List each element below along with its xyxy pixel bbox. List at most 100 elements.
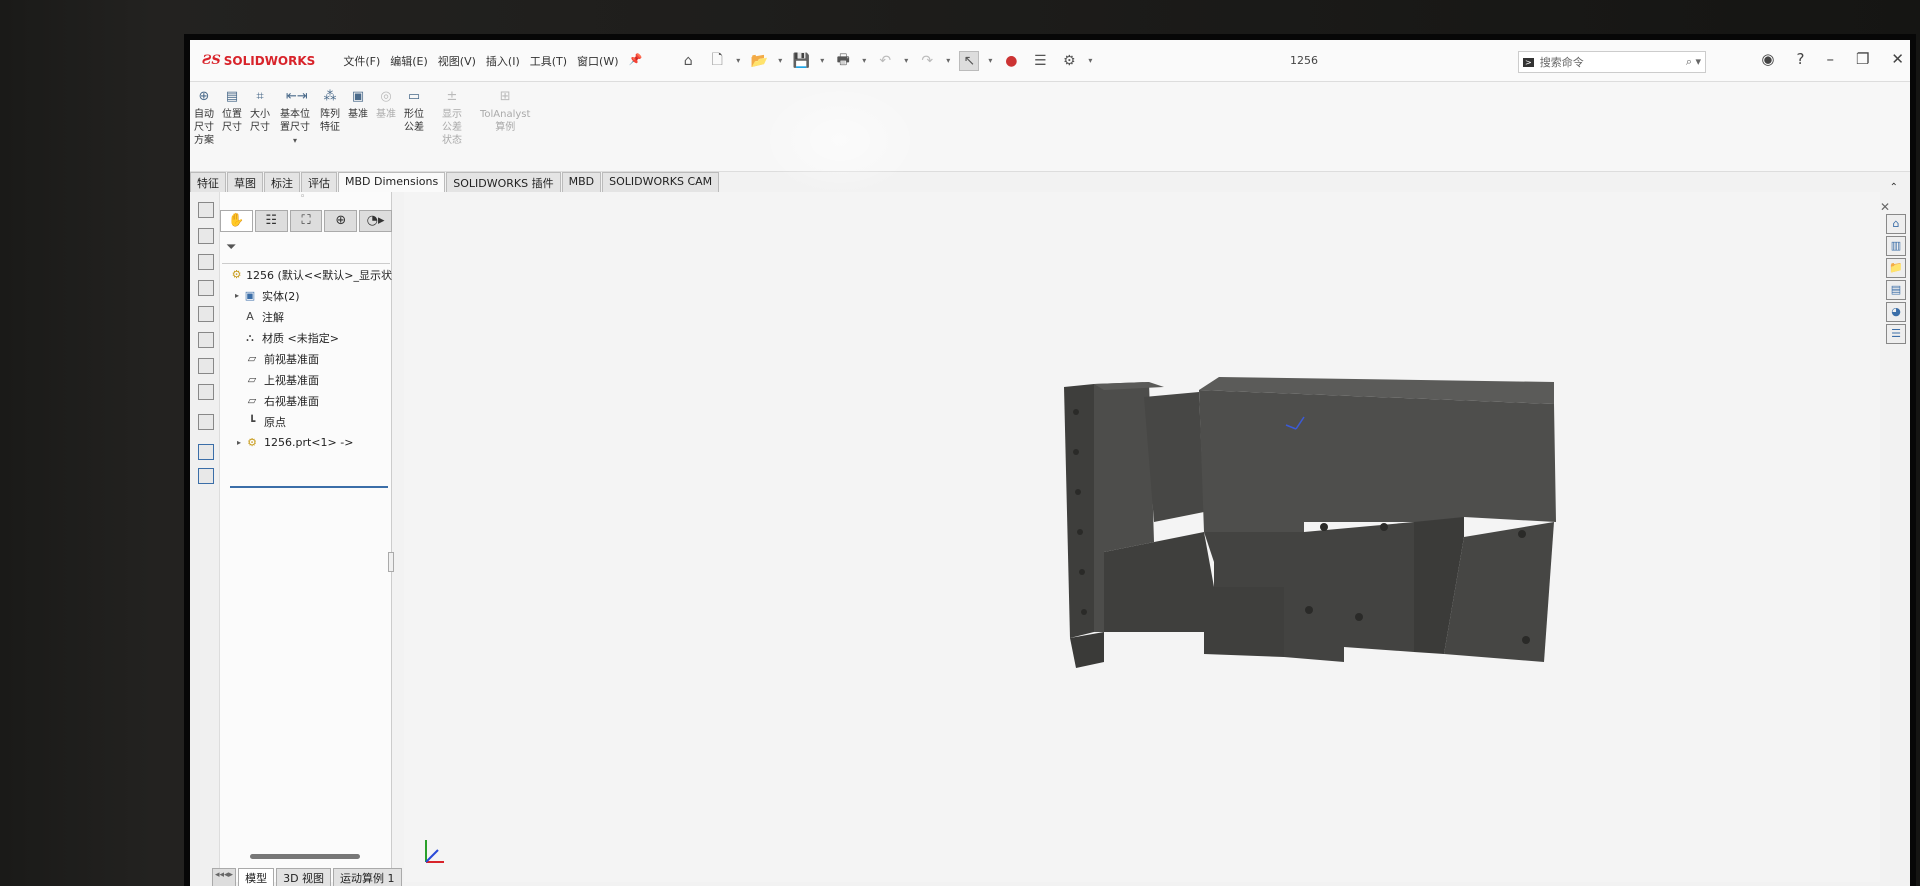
tree-item-annotations[interactable]: A 注解 [220, 306, 392, 327]
chevron-down-icon[interactable]: ▾ [280, 134, 310, 147]
tab-mbd[interactable]: MBD [561, 172, 602, 192]
tree-item-origin[interactable]: ┗ 原点 [220, 411, 392, 432]
redo-icon[interactable]: ↷ [917, 51, 937, 71]
save-icon[interactable]: 💾 [791, 51, 811, 71]
property-manager-tab-icon[interactable]: ☷ [254, 210, 288, 232]
drag-handle-icon[interactable]: ◦ [300, 192, 305, 202]
rebuild-traffic-light-icon[interactable]: ● [1001, 51, 1021, 71]
file-properties-icon[interactable]: ☰ [1030, 51, 1050, 71]
view-cube-icon[interactable] [198, 228, 214, 244]
tab-solidworks-cam[interactable]: SOLIDWORKS CAM [602, 172, 720, 192]
view-cube-icon[interactable] [198, 332, 214, 348]
minimize-button[interactable]: – [1826, 50, 1834, 68]
datum-button[interactable]: ▣ 基准 [348, 90, 368, 121]
dimxpert-manager-tab-icon[interactable]: ⊕ [324, 210, 358, 232]
design-library-icon[interactable]: ▥ [1886, 236, 1906, 256]
tolanalyst-study-button[interactable]: ⊞ TolAnalyst 算例 [480, 90, 530, 134]
new-document-icon[interactable]: 🗋 [707, 51, 727, 71]
rollback-bar[interactable] [230, 486, 388, 488]
display-icon[interactable] [198, 414, 214, 430]
user-account-icon[interactable]: ◉ [1761, 50, 1774, 68]
tree-item-root-part[interactable]: ⚙ 1256 (默认<<默认>_显示状 [220, 264, 392, 285]
chevron-down-icon[interactable]: ▾ [778, 56, 782, 65]
file-explorer-icon[interactable]: 📁 [1886, 258, 1906, 278]
tab-mbd-dimensions[interactable]: MBD Dimensions [338, 172, 446, 192]
view-cube-icon[interactable] [198, 280, 214, 296]
tree-item-derived-part[interactable]: ▸ ⚙ 1256.prt<1> -> [220, 432, 392, 453]
chevron-down-icon[interactable]: ▾ [820, 56, 824, 65]
show-tolerance-status-button[interactable]: ± 显示 公差 状态 [442, 90, 462, 147]
close-button[interactable]: ✕ [1891, 50, 1904, 68]
search-input[interactable]: 搜索命令 [1540, 54, 1584, 70]
appearances-icon[interactable]: ◕ [1886, 302, 1906, 322]
tree-item-front-plane[interactable]: ▱ 前视基准面 [220, 348, 392, 369]
basic-location-dimension-button[interactable]: ⇤⇥ 基本位 置尺寸 ▾ [280, 90, 310, 147]
menu-window[interactable]: 窗口(W) [577, 53, 618, 69]
tab-3d-view[interactable]: 3D 视图 [276, 868, 332, 886]
chevron-down-icon[interactable]: ▾ [946, 56, 950, 65]
nav-arrows-icon[interactable]: ◂◂◂▸ [212, 868, 237, 886]
copy-icon[interactable] [198, 468, 214, 484]
help-icon[interactable]: ? [1797, 50, 1805, 68]
chevron-down-icon[interactable]: ▾ [1088, 56, 1092, 65]
panel-splitter[interactable] [388, 552, 394, 572]
horizontal-scrollbar[interactable] [250, 854, 360, 859]
configuration-manager-tab-icon[interactable]: ⛶ [289, 210, 323, 232]
tab-motion-study[interactable]: 运动算例 1 [333, 868, 402, 886]
auto-dimension-scheme-button[interactable]: ⊕ 自动 尺寸 方案 [194, 90, 214, 147]
view-palette-icon[interactable]: ▤ [1886, 280, 1906, 300]
tab-markup[interactable]: 标注 [264, 172, 300, 192]
chevron-down-icon[interactable]: ▾ [736, 56, 740, 65]
menu-file[interactable]: 文件(F) [343, 53, 380, 69]
view-cube-icon[interactable] [198, 384, 214, 400]
feature-tree-tab-icon[interactable]: ✋ [220, 210, 253, 232]
geometric-tolerance-button[interactable]: ▭ 形位 公差 [404, 90, 424, 134]
restore-button[interactable]: ❐ [1856, 50, 1869, 68]
menu-view[interactable]: 视图(V) [438, 53, 476, 69]
menu-insert[interactable]: 插入(I) [486, 53, 520, 69]
size-dimension-button[interactable]: ⌗ 大小 尺寸 [250, 90, 270, 134]
model-face [1064, 384, 1094, 638]
print-icon[interactable]: 🖶 [833, 51, 853, 71]
search-commands-box[interactable]: > 搜索命令 ⌕ ▾ [1518, 51, 1706, 73]
view-cube-icon[interactable] [198, 202, 214, 218]
tab-model[interactable]: 模型 [238, 868, 275, 886]
undo-icon[interactable]: ↶ [875, 51, 895, 71]
location-dimension-button[interactable]: ▤ 位置 尺寸 [222, 90, 242, 134]
expand-arrow-icon[interactable]: ▸ [234, 438, 244, 447]
chevron-down-icon[interactable]: ▾ [988, 56, 992, 65]
expand-arrow-icon[interactable]: ▸ [232, 291, 242, 300]
chevron-down-icon[interactable]: ▾ [904, 56, 908, 65]
view-cube-icon[interactable] [198, 358, 214, 374]
menu-tools[interactable]: 工具(T) [530, 53, 567, 69]
pin-icon[interactable]: 📌 [629, 53, 643, 69]
custom-properties-icon[interactable]: ☰ [1886, 324, 1906, 344]
tree-item-material[interactable]: ⛬ 材质 <未指定> [220, 327, 392, 348]
open-folder-icon[interactable]: 📂 [749, 51, 769, 71]
tab-solidworks-addins[interactable]: SOLIDWORKS 插件 [446, 172, 561, 192]
tab-sketch[interactable]: 草图 [227, 172, 263, 192]
layer-icon[interactable] [198, 444, 214, 460]
select-cursor-icon[interactable]: ↖ [959, 50, 980, 71]
tab-features[interactable]: 特征 [190, 172, 226, 192]
search-icon[interactable]: ⌕ ▾ [1686, 55, 1701, 69]
collapse-ribbon-icon[interactable]: ⌃ [1890, 182, 1898, 193]
tree-item-top-plane[interactable]: ▱ 上视基准面 [220, 369, 392, 390]
display-manager-tab-icon[interactable]: ◔▸ [359, 210, 392, 232]
filter-icon[interactable]: ⏷ [222, 240, 390, 264]
options-gear-icon[interactable]: ⚙ [1059, 51, 1079, 71]
chevron-down-icon[interactable]: ▾ [862, 56, 866, 65]
view-cube-icon[interactable] [198, 254, 214, 270]
view-cube-icon[interactable] [198, 306, 214, 322]
graphics-area[interactable] [404, 192, 1880, 882]
tab-evaluate[interactable]: 评估 [301, 172, 337, 192]
home-icon[interactable]: ⌂ [678, 51, 698, 71]
3d-model-view[interactable] [404, 192, 1880, 882]
home-icon[interactable]: ⌂ [1886, 214, 1906, 234]
datum-target-button[interactable]: ◎ 基准 [376, 90, 396, 121]
tree-item-solid-bodies[interactable]: ▸ ▣ 实体(2) [220, 285, 392, 306]
pattern-feature-button[interactable]: ⁂ 阵列 特征 [320, 90, 340, 134]
menu-edit[interactable]: 编辑(E) [390, 53, 428, 69]
solidworks-logo[interactable]: ƧS SOLIDWORKS [202, 53, 315, 68]
tree-item-right-plane[interactable]: ▱ 右视基准面 [220, 390, 392, 411]
